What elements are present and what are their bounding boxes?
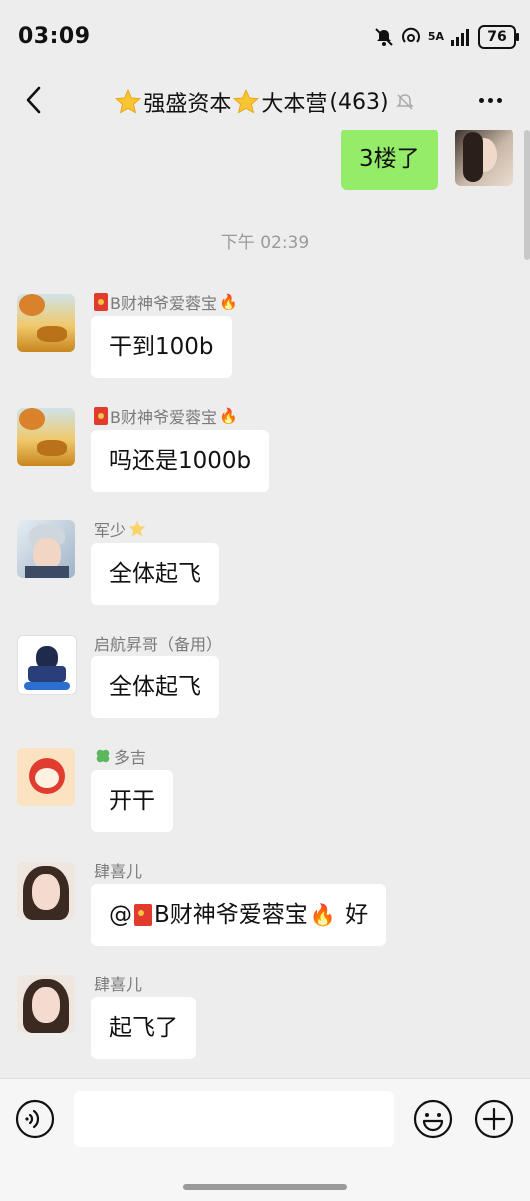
bell-off-icon: [375, 28, 393, 46]
status-icons: 5A 76: [374, 25, 519, 49]
emoji-button[interactable]: [413, 1099, 453, 1139]
sender-name-text: 肆喜儿: [94, 862, 143, 881]
sender-avatar[interactable]: [17, 520, 75, 578]
avatar-hay: [37, 326, 67, 342]
status-time: 03:09: [18, 24, 91, 49]
plus-icon: [474, 1099, 514, 1139]
my-avatar[interactable]: [455, 130, 513, 186]
avatar-tree: [19, 294, 45, 316]
message-bubble[interactable]: 开干: [91, 770, 173, 832]
red-packet-icon: [94, 293, 108, 311]
message-bubble[interactable]: 干到100b: [91, 316, 232, 378]
more-dots-icon: [487, 97, 493, 103]
sender-name: 多吉: [94, 744, 146, 768]
star-icon: [115, 89, 142, 114]
message-bubble[interactable]: 全体起飞: [91, 656, 219, 718]
avatar-tree: [19, 408, 45, 430]
sender-avatar[interactable]: [17, 862, 75, 920]
network-label: 5A: [427, 30, 444, 43]
message-text: 好: [337, 902, 369, 928]
home-indicator[interactable]: [183, 1184, 347, 1190]
status-bar: 03:09 5A 76: [0, 0, 530, 72]
avatar-hay: [37, 440, 67, 456]
fire-icon: 🔥: [218, 293, 238, 311]
input-bar: [0, 1078, 530, 1201]
sender-name: 启航昇哥（备用）: [94, 631, 222, 655]
chat-header: 强盛资本 大本营 (463): [0, 72, 530, 130]
star-icon: [233, 89, 260, 114]
sender-name-text: B财神爷爱蓉宝: [110, 294, 217, 313]
member-count: (463): [329, 89, 389, 115]
chat-title-text: 强盛资本: [143, 92, 232, 117]
sender-avatar[interactable]: [17, 975, 75, 1033]
message-bubble-sent[interactable]: 3楼了: [341, 130, 438, 190]
red-packet-icon: [94, 407, 108, 425]
avatar-wave: [24, 682, 70, 690]
avatar-face: [32, 987, 60, 1023]
sender-name: 肆喜儿: [94, 858, 142, 882]
sender-name: B财神爷爱蓉宝 🔥: [94, 404, 238, 428]
message-bubble[interactable]: @ B财神爷爱蓉宝 🔥 好: [91, 884, 387, 946]
sender-name: 肆喜儿: [94, 971, 142, 995]
bell-off-icon: [395, 94, 414, 110]
clover-icon: [96, 749, 110, 763]
sender-name-text: 启航昇哥（备用）: [94, 635, 223, 654]
emoji-icon: [413, 1099, 453, 1139]
sender-name-text: 肆喜儿: [94, 975, 143, 994]
message-input[interactable]: [74, 1091, 394, 1147]
avatar-face: [32, 874, 60, 910]
sender-name-text: 多吉: [114, 748, 147, 767]
message-bubble[interactable]: 吗还是1000b: [91, 430, 270, 492]
sender-name-text: 军少: [94, 521, 127, 540]
mention-at: @: [109, 902, 132, 928]
red-packet-icon: [134, 904, 152, 926]
back-button[interactable]: [14, 80, 54, 120]
message-bubble[interactable]: 全体起飞: [91, 543, 219, 605]
voice-icon: [15, 1099, 55, 1139]
hotspot-icon: [401, 27, 420, 43]
sender-name: 军少: [94, 517, 146, 541]
chat-title[interactable]: 强盛资本 大本营 (463): [100, 86, 430, 118]
sender-avatar[interactable]: [17, 294, 75, 352]
message-bubble[interactable]: 起飞了: [91, 997, 196, 1059]
battery-indicator: 76: [478, 25, 519, 49]
sender-name: B财神爷爱蓉宝 🔥: [94, 290, 238, 314]
avatar-hair: [463, 132, 483, 182]
more-dots-icon: [496, 97, 502, 103]
chat-title-text-2: 大本营: [261, 92, 328, 117]
sender-avatar[interactable]: [17, 748, 75, 806]
sender-name-text: B财神爷爱蓉宝: [110, 408, 217, 427]
avatar-face: [35, 768, 59, 788]
avatar-body: [28, 666, 66, 682]
more-dots-icon: [478, 97, 484, 103]
chat-message-list[interactable]: 3楼了 下午 02:39 B财神爷爱蓉宝 🔥 干到100b B财神爷爱蓉宝 🔥 …: [0, 130, 530, 1078]
sender-avatar[interactable]: [17, 635, 77, 695]
voice-button[interactable]: [15, 1099, 55, 1139]
plus-button[interactable]: [474, 1099, 514, 1139]
message-timestamp: 下午 02:39: [220, 233, 310, 253]
sender-avatar[interactable]: [17, 408, 75, 466]
avatar-shirt: [25, 566, 69, 578]
star-icon: [128, 520, 146, 537]
signal-icon: [451, 29, 469, 46]
fire-icon: 🔥: [309, 903, 336, 927]
chevron-left-icon: [26, 86, 41, 114]
fire-icon: 🔥: [218, 407, 238, 425]
more-options-button[interactable]: [470, 82, 510, 118]
mention-name: B财神爷爱蓉宝: [154, 902, 308, 928]
